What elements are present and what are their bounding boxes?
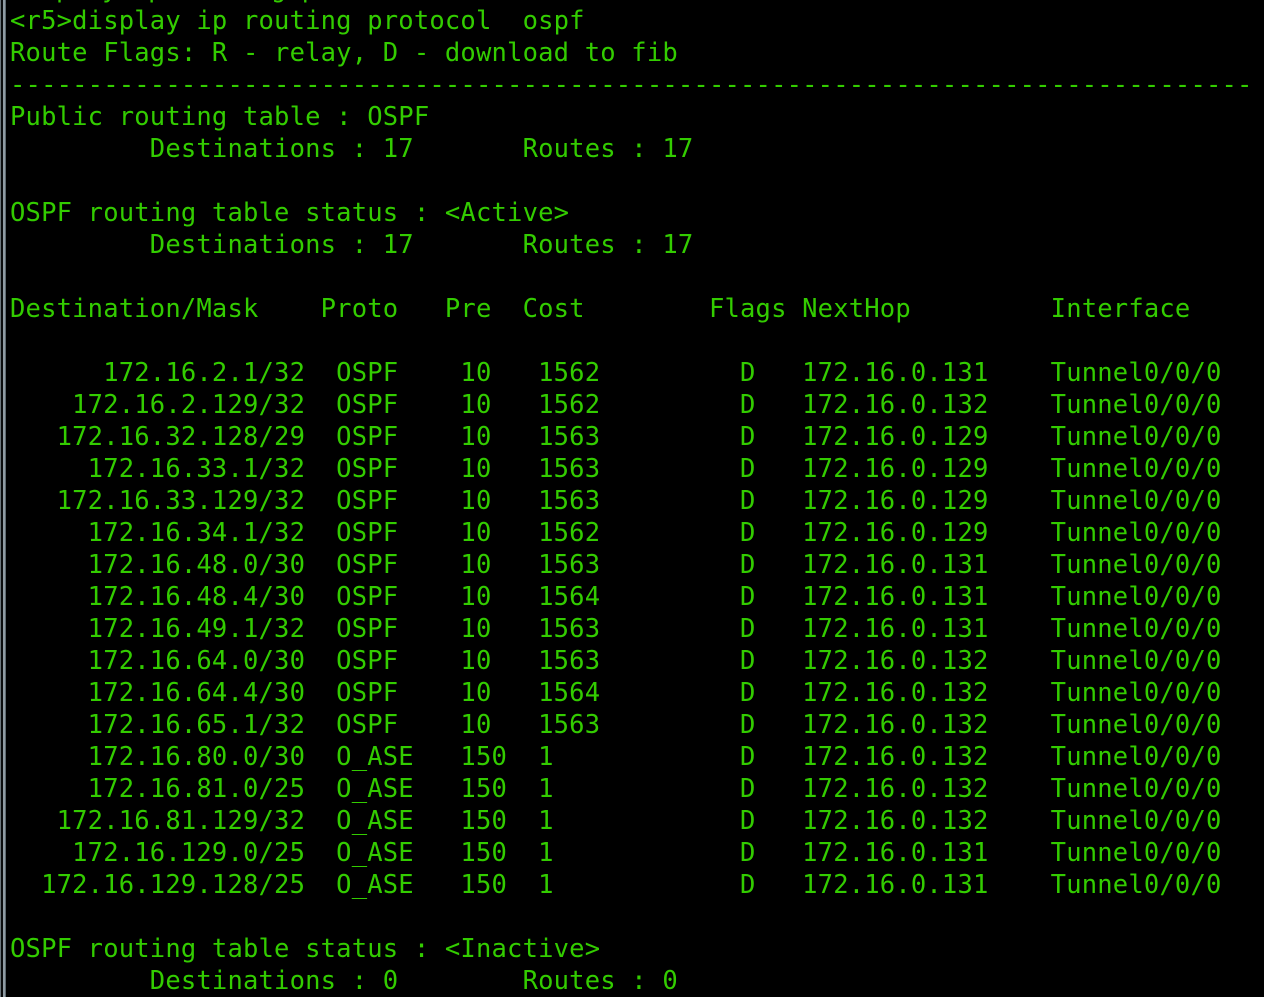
table-row: 172.16.64.4/30 OSPF 10 1564 D 172.16.0.1… <box>10 678 1222 708</box>
table-row: 172.16.34.1/32 OSPF 10 1562 D 172.16.0.1… <box>10 518 1222 548</box>
table-row: 172.16.32.128/29 OSPF 10 1563 D 172.16.0… <box>10 422 1222 452</box>
table-row: 172.16.81.0/25 O_ASE 150 1 D 172.16.0.13… <box>10 774 1222 804</box>
route-table-column-headers: Destination/Mask Proto Pre Cost Flags Ne… <box>10 294 1191 324</box>
table-row: 172.16.80.0/30 O_ASE 150 1 D 172.16.0.13… <box>10 742 1222 772</box>
ospf-inactive-counts: Destinations : 0 Routes : 0 <box>10 966 678 996</box>
route-flags-legend: Route Flags: R - relay, D - download to … <box>10 38 678 68</box>
public-routing-table-header: Public routing table : OSPF <box>10 102 430 132</box>
command-prompt-line[interactable]: <r5>display ip routing protocol ospf <box>10 5 585 37</box>
horizontal-separator: ----------------------------------------… <box>10 70 1253 100</box>
table-row: 172.16.129.0/25 O_ASE 150 1 D 172.16.0.1… <box>10 838 1222 868</box>
ospf-active-status-line: OSPF routing table status : <Active> <box>10 198 570 228</box>
table-row: 172.16.129.128/25 O_ASE 150 1 D 172.16.0… <box>10 870 1222 900</box>
ospf-inactive-status-line: OSPF routing table status : <Inactive> <box>10 934 601 964</box>
public-routing-table-counts: Destinations : 17 Routes : 17 <box>10 134 694 164</box>
table-row: 172.16.48.0/30 OSPF 10 1563 D 172.16.0.1… <box>10 550 1222 580</box>
table-row: 172.16.33.1/32 OSPF 10 1563 D 172.16.0.1… <box>10 454 1222 484</box>
ospf-active-counts: Destinations : 17 Routes : 17 <box>10 230 694 260</box>
table-row: 172.16.33.129/32 OSPF 10 1563 D 172.16.0… <box>10 486 1222 516</box>
table-row: 172.16.2.1/32 OSPF 10 1562 D 172.16.0.13… <box>10 358 1222 388</box>
terminal-window[interactable]: display ip routing protocol <r5>display … <box>0 0 1264 997</box>
window-left-border <box>0 0 7 997</box>
table-row: 172.16.65.1/32 OSPF 10 1563 D 172.16.0.1… <box>10 710 1222 740</box>
table-row: 172.16.49.1/32 OSPF 10 1563 D 172.16.0.1… <box>10 614 1222 644</box>
table-row: 172.16.2.129/32 OSPF 10 1562 D 172.16.0.… <box>10 390 1222 420</box>
table-row: 172.16.64.0/30 OSPF 10 1563 D 172.16.0.1… <box>10 646 1222 676</box>
table-row: 172.16.48.4/30 OSPF 10 1564 D 172.16.0.1… <box>10 582 1222 612</box>
table-row: 172.16.81.129/32 O_ASE 150 1 D 172.16.0.… <box>10 806 1222 836</box>
